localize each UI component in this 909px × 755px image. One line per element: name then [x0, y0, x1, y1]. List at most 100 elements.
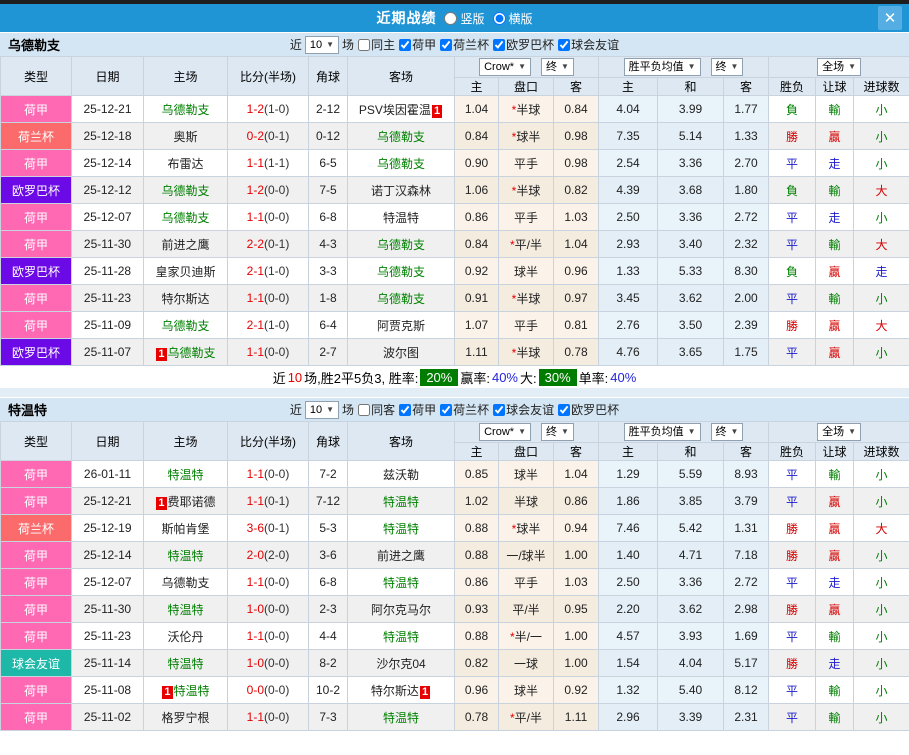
match-count-select[interactable]: 10▼ [305, 36, 339, 54]
match-filters: 近10▼场同客荷甲荷兰杯球会友谊欧罗巴杯 [290, 401, 619, 419]
handicap-result-cell: 輸 [816, 177, 854, 204]
league-checkbox-1[interactable] [440, 39, 452, 51]
date-cell: 25-11-30 [72, 596, 144, 623]
league-checkbox-2[interactable] [493, 39, 505, 51]
team-sections-container: 乌德勒支近10▼场同主荷甲荷兰杯欧罗巴杯球会友谊类型日期主场比分(半场)角球客场… [0, 32, 909, 731]
scope-select[interactable]: 全场▼ [817, 423, 861, 441]
league-filter-3[interactable]: 球会友谊 [557, 36, 619, 53]
team-name-title: 特温特 [8, 400, 47, 419]
league-checkbox-2[interactable] [493, 404, 505, 416]
odds-final-select[interactable]: 终▼ [541, 423, 574, 441]
away-odds-cell: 1.00 [554, 650, 599, 677]
handicap-cell: 平/半 [499, 596, 554, 623]
avg-home-cell: 1.33 [599, 258, 658, 285]
handicap-result-cell: 贏 [816, 312, 854, 339]
league-filter-0[interactable]: 荷甲 [398, 36, 436, 53]
scope-select[interactable]: 全场▼ [817, 58, 861, 76]
handicap-text: 半球 [516, 184, 540, 198]
avg-type-select[interactable]: 胜平负均值▼ [624, 423, 701, 441]
goals-result-cell: 小 [854, 569, 909, 596]
date-cell: 25-12-14 [72, 542, 144, 569]
home-odds-cell: 0.84 [455, 123, 499, 150]
score-cell: 1-1(0-0) [228, 285, 309, 312]
home-team-cell: 特尔斯达 [144, 285, 228, 312]
fulltime-score: 0-0 [247, 683, 264, 697]
league-checkbox-0[interactable] [399, 39, 411, 51]
league-checkbox-0[interactable] [399, 404, 411, 416]
match-row: 荷甲25-11-23特尔斯达1-1(0-0)1-8乌德勒支0.91*半球0.97… [1, 285, 909, 312]
match-type-cell: 荷甲 [1, 569, 72, 596]
same-venue-filter[interactable]: 同主 [357, 36, 395, 53]
wdl-result-cell: 平 [769, 623, 816, 650]
league-checkbox-3[interactable] [558, 39, 570, 51]
avg-home-cell: 4.04 [599, 96, 658, 123]
avg-final-select[interactable]: 终▼ [711, 58, 744, 76]
avg-draw-cell: 3.39 [658, 704, 724, 731]
near-label: 近 [290, 401, 302, 418]
avg-home-cell: 2.50 [599, 569, 658, 596]
horizontal-radio-input[interactable] [493, 12, 506, 25]
odds-source-select-value: Crow* [484, 425, 514, 439]
red-card-badge: 1 [432, 105, 442, 118]
vertical-radio-input[interactable] [444, 12, 457, 25]
close-icon[interactable]: ✕ [878, 6, 902, 30]
chevron-down-icon: ▼ [688, 60, 696, 74]
handicap-text: 平/半 [515, 711, 542, 725]
league-filter-2[interactable]: 球会友谊 [492, 401, 554, 418]
home-odds-cell: 1.02 [455, 488, 499, 515]
avg-type-select[interactable]: 胜平负均值▼ [624, 58, 701, 76]
match-count-select[interactable]: 10▼ [305, 401, 339, 419]
away-team-cell: 沙尔克04 [348, 650, 455, 677]
date-cell: 25-12-07 [72, 569, 144, 596]
col-header-2: 主场 [144, 422, 228, 461]
home-team-name: 布雷达 [167, 157, 203, 171]
wdl-result-cell: 平 [769, 285, 816, 312]
league-filter-0[interactable]: 荷甲 [398, 401, 436, 418]
league-checkbox-3[interactable] [558, 404, 570, 416]
summary-segment: 单率: [579, 368, 609, 387]
odds-final-select[interactable]: 终▼ [541, 58, 574, 76]
odds-source-select[interactable]: Crow*▼ [479, 423, 531, 441]
odds-selects: Crow*▼ 终▼ [455, 58, 598, 76]
same-venue-checkbox[interactable] [358, 39, 370, 51]
home-team-cell: 乌德勒支 [144, 177, 228, 204]
home-team-name: 格罗宁根 [161, 711, 209, 725]
same-venue-checkbox[interactable] [358, 404, 370, 416]
league-filter-3[interactable]: 欧罗巴杯 [557, 401, 619, 418]
match-row: 荷甲25-12-21乌德勒支1-2(1-0)2-12PSV埃因霍温11.04*半… [1, 96, 909, 123]
away-team-cell: 波尔图 [348, 339, 455, 366]
away-team-name: 沙尔克04 [376, 657, 425, 671]
handicap-text: 平手 [514, 211, 538, 225]
avg-home-cell: 1.32 [599, 677, 658, 704]
home-team-cell: 皇家贝迪斯 [144, 258, 228, 285]
avg-away-cell: 7.18 [724, 542, 769, 569]
same-venue-filter[interactable]: 同客 [357, 401, 395, 418]
corners-cell: 6-4 [309, 312, 348, 339]
league-filter-1[interactable]: 荷兰杯 [439, 36, 489, 53]
handicap-cell: 球半 [499, 677, 554, 704]
handicap-result-cell: 贏 [816, 488, 854, 515]
avg-draw-cell: 5.33 [658, 258, 724, 285]
col-header-0: 类型 [1, 422, 72, 461]
fulltime-score: 1-1 [247, 345, 264, 359]
section-header-0: 乌德勒支近10▼场同主荷甲荷兰杯欧罗巴杯球会友谊 [0, 32, 909, 56]
away-odds-cell: 0.97 [554, 285, 599, 312]
handicap-text: 球半 [514, 265, 538, 279]
match-row: 荷甲25-11-30特温特1-0(0-0)2-3阿尔克马尔0.93平/半0.95… [1, 596, 909, 623]
layout-radio-horizontal[interactable]: 横版 [493, 10, 533, 27]
layout-radio-vertical[interactable]: 竖版 [444, 10, 484, 27]
league-filter-label: 球会友谊 [506, 401, 554, 418]
fulltime-score: 0-2 [247, 129, 264, 143]
league-filter-2[interactable]: 欧罗巴杯 [492, 36, 554, 53]
home-team-name: 特温特 [167, 468, 203, 482]
league-checkbox-1[interactable] [440, 404, 452, 416]
avg-final-select[interactable]: 终▼ [711, 423, 744, 441]
odds-source-select[interactable]: Crow*▼ [479, 58, 531, 76]
league-filter-1[interactable]: 荷兰杯 [439, 401, 489, 418]
away-odds-cell: 0.81 [554, 312, 599, 339]
match-row: 荷甲25-12-14布雷达1-1(1-1)6-5乌德勒支0.90平手0.982.… [1, 150, 909, 177]
odds-group-header: Crow*▼ 终▼ [455, 57, 599, 78]
avg-group-header: 胜平负均值▼ 终▼ [599, 57, 769, 78]
home-team-name: 费耶诺德 [168, 495, 216, 509]
match-row: 荷甲25-12-07乌德勒支1-1(0-0)6-8特温特0.86平手1.032.… [1, 569, 909, 596]
